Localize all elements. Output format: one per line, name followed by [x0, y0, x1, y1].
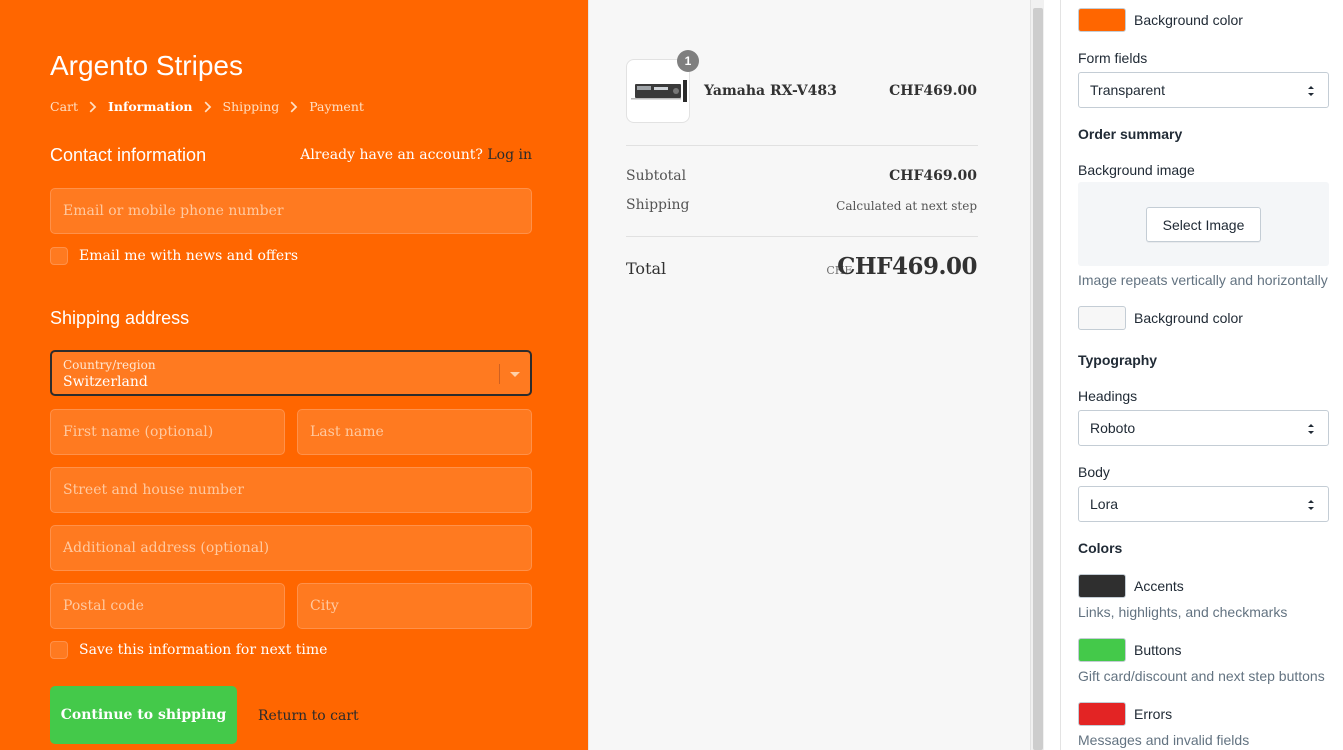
additional-address-placeholder: Additional address (optional): [63, 540, 270, 556]
summary-bg-color-swatch[interactable]: [1078, 306, 1126, 330]
order-summary-heading: Order summary: [1078, 126, 1183, 142]
body-font-label: Body: [1078, 464, 1110, 480]
headings-font-value: Roboto: [1090, 420, 1136, 436]
product-name: Yamaha RX-V483: [704, 83, 837, 99]
scrollbar-thumb[interactable]: [1033, 8, 1043, 750]
select-arrows-icon: [1308, 500, 1314, 510]
bg-image-dropzone[interactable]: Select Image: [1078, 182, 1329, 266]
select-arrows-icon: [1308, 424, 1314, 434]
shipping-value: Calculated at next step: [836, 199, 977, 213]
colors-heading: Colors: [1078, 540, 1123, 556]
shipping-address-heading: Shipping address: [50, 308, 190, 328]
checkout-bg-color-swatch[interactable]: [1078, 8, 1126, 32]
buttons-label: Buttons: [1134, 642, 1182, 658]
errors-label: Errors: [1134, 706, 1173, 722]
summary-divider: [626, 236, 978, 237]
typography-heading: Typography: [1078, 352, 1158, 368]
quantity-badge: 1: [677, 50, 699, 72]
total-label: Total: [626, 259, 667, 278]
select-arrows-icon: [1308, 86, 1314, 96]
newsletter-label: Email me with news and offers: [79, 248, 299, 264]
breadcrumb-payment: Payment: [309, 99, 364, 114]
form-fields-label: Form fields: [1078, 50, 1148, 66]
return-to-cart-link[interactable]: Return to cart: [258, 708, 359, 724]
preview-scrollbar[interactable]: [1030, 0, 1044, 750]
street-field[interactable]: Street and house number: [50, 467, 532, 513]
first-name-placeholder: First name (optional): [63, 424, 214, 440]
product-price: CHF469.00: [889, 83, 977, 99]
total-value: CHF469.00: [837, 253, 977, 280]
account-prompt-text: Already have an account?: [300, 147, 483, 163]
errors-color-swatch[interactable]: [1078, 702, 1126, 726]
newsletter-checkbox[interactable]: [50, 247, 68, 265]
breadcrumb: Cart Information Shipping Payment: [50, 99, 364, 114]
last-name-field[interactable]: Last name: [297, 409, 532, 455]
headings-font-label: Headings: [1078, 388, 1138, 404]
country-label: Country/region: [63, 358, 156, 372]
breadcrumb-information: Information: [108, 99, 193, 114]
breadcrumb-shipping: Shipping: [222, 99, 280, 114]
chevron-right-icon: [89, 101, 97, 112]
postal-code-field[interactable]: Postal code: [50, 583, 285, 629]
country-select[interactable]: Country/region Switzerland: [50, 350, 532, 396]
summary-divider: [626, 145, 978, 146]
theme-settings-panel: Background color Form fields Transparent…: [1061, 0, 1343, 750]
email-field[interactable]: Email or mobile phone number: [50, 188, 532, 234]
select-separator: [499, 364, 500, 384]
chevron-right-icon: [204, 101, 211, 112]
save-info-checkbox[interactable]: [50, 641, 68, 659]
chevron-down-icon: [510, 372, 520, 377]
body-font-select[interactable]: Lora: [1078, 486, 1329, 522]
account-prompt: Already have an account? Log in: [300, 147, 532, 163]
first-name-field[interactable]: First name (optional): [50, 409, 285, 455]
additional-address-field[interactable]: Additional address (optional): [50, 525, 532, 571]
select-image-button[interactable]: Select Image: [1146, 207, 1261, 242]
shop-title: Argento Stripes: [50, 50, 243, 81]
buttons-color-swatch[interactable]: [1078, 638, 1126, 662]
accents-color-swatch[interactable]: [1078, 574, 1126, 598]
save-info-label: Save this information for next time: [79, 642, 328, 658]
buttons-hint: Gift card/discount and next step buttons: [1078, 668, 1325, 684]
save-info-row[interactable]: Save this information for next time: [50, 641, 327, 659]
newsletter-row[interactable]: Email me with news and offers: [50, 247, 298, 265]
errors-hint: Messages and invalid fields: [1078, 732, 1250, 748]
subtotal-value: CHF469.00: [889, 168, 977, 184]
chevron-right-icon: [290, 101, 298, 112]
country-value: Switzerland: [63, 374, 148, 390]
last-name-placeholder: Last name: [310, 424, 384, 440]
form-fields-value: Transparent: [1090, 82, 1165, 98]
breadcrumb-cart[interactable]: Cart: [50, 99, 78, 114]
checkout-bg-color-label: Background color: [1134, 12, 1243, 28]
city-field[interactable]: City: [297, 583, 532, 629]
continue-to-shipping-button[interactable]: Continue to shipping: [50, 686, 237, 744]
bg-image-label: Background image: [1078, 162, 1195, 178]
city-placeholder: City: [310, 598, 339, 614]
body-font-value: Lora: [1090, 496, 1119, 512]
headings-font-select[interactable]: Roboto: [1078, 410, 1329, 446]
order-summary-panel: 1 Yamaha RX-V483 CHF469.00 Subtotal CHF4…: [588, 0, 1030, 750]
subtotal-label: Subtotal: [626, 168, 687, 184]
summary-bg-color-label: Background color: [1134, 310, 1243, 326]
shipping-label: Shipping: [626, 197, 690, 213]
image-repeat-hint: Image repeats vertically and horizontall…: [1078, 272, 1328, 288]
login-link[interactable]: Log in: [487, 147, 532, 163]
email-placeholder: Email or mobile phone number: [63, 203, 284, 219]
form-fields-select[interactable]: Transparent: [1078, 72, 1329, 108]
street-placeholder: Street and house number: [63, 482, 244, 498]
contact-info-heading: Contact information: [50, 145, 207, 165]
accents-hint: Links, highlights, and checkmarks: [1078, 604, 1288, 620]
postal-code-placeholder: Postal code: [63, 598, 144, 614]
accents-label: Accents: [1134, 578, 1184, 594]
checkout-panel: Argento Stripes Cart Information Shippin…: [0, 0, 588, 750]
